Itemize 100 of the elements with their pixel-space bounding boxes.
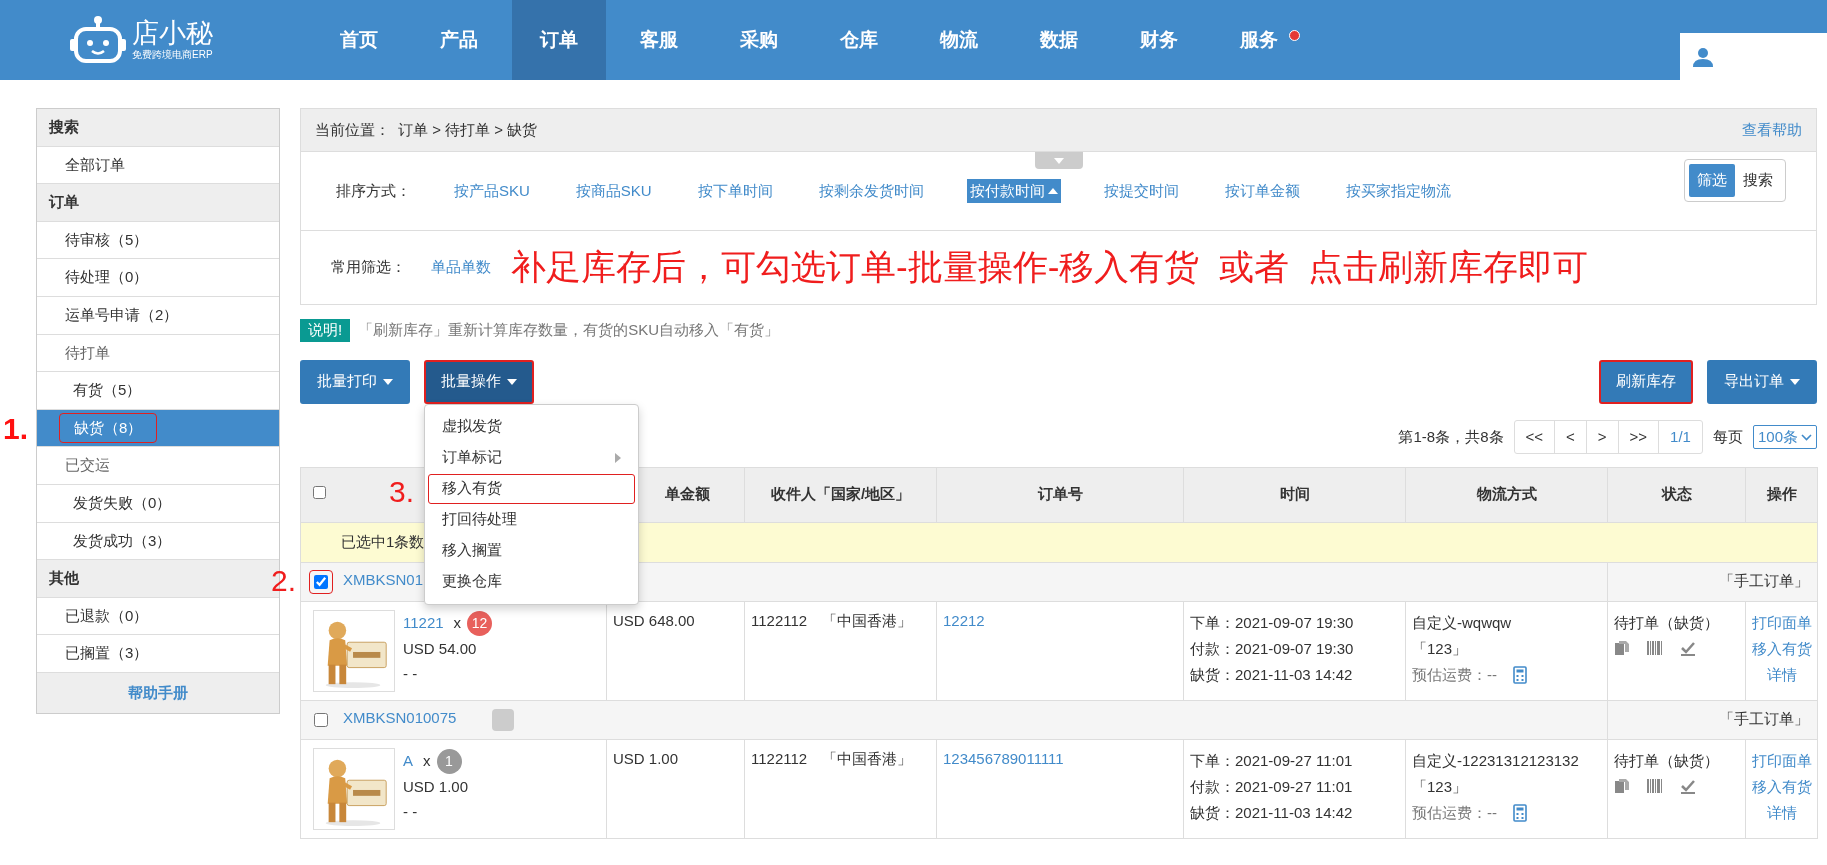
per-page-select[interactable]: 100条 — [1752, 424, 1817, 450]
action-link[interactable]: 移入有货 — [1751, 639, 1812, 657]
nav-tab[interactable]: 客服 — [612, 0, 706, 80]
nav-tab[interactable]: 数据 — [1012, 0, 1106, 80]
quantity-sign: x — [453, 613, 462, 631]
sidebar-item[interactable]: 已退款（0） — [37, 597, 279, 636]
toolbar-button[interactable]: 批量打印 — [300, 359, 410, 404]
item-note: - - — [403, 801, 419, 822]
action-link[interactable]: 详情 — [1766, 803, 1797, 821]
sidebar-item[interactable]: 有货（5） — [37, 372, 279, 410]
sidebar-item[interactable]: 待处理（0） — [37, 259, 279, 297]
table-cell: USD 1.00 — [606, 739, 745, 838]
per-page-label: 每页 — [1712, 426, 1743, 447]
order-number-link[interactable]: 12212 — [943, 611, 985, 629]
sort-option[interactable]: 按商品SKU — [572, 178, 655, 204]
toolbar-button[interactable]: 刷新库存 — [1599, 359, 1693, 404]
sort-option[interactable]: 按剩余发货时间 — [815, 178, 927, 204]
action-link[interactable]: 详情 — [1766, 665, 1797, 683]
caret-icon — [383, 378, 393, 385]
caret-icon — [507, 378, 517, 385]
order-id-link[interactable]: XMBKSN010075 — [343, 709, 457, 727]
sidebar-item[interactable]: 发货失败（0） — [37, 484, 279, 523]
sort-option[interactable]: 按订单金额 — [1221, 178, 1303, 204]
table-cell: 1122112 「中国香港」 — [744, 739, 937, 838]
column-header: 操作 — [1745, 467, 1818, 522]
pager-button[interactable]: < — [1555, 420, 1587, 454]
checkbox[interactable] — [309, 569, 333, 594]
order-time: 下单：2021-09-27 11:01 — [1190, 750, 1354, 771]
nav-tab[interactable]: 仓库 — [812, 0, 906, 80]
order-time: 下单：2021-09-07 19:30 — [1190, 612, 1355, 633]
menu-item[interactable]: 更换仓库 — [428, 566, 635, 597]
help-link[interactable]: 查看帮助 — [1742, 118, 1802, 142]
table-cell: 1122112 「中国香港」 — [744, 601, 937, 700]
page-number: 1/1 — [1669, 426, 1692, 447]
order-time: 付款：2021-09-07 19:30 — [1190, 638, 1355, 659]
logistics-code: 「123」 — [1412, 638, 1469, 659]
sidebar-item[interactable]: 运单号申请（2） — [37, 296, 279, 335]
sku-link[interactable]: 11221 — [403, 613, 444, 631]
quantity-badge: 1 — [436, 748, 462, 774]
calculator-icon — [1513, 665, 1527, 684]
item-price: USD 54.00 — [403, 638, 478, 659]
order-time: 缺货：2021-11-03 14:42 — [1190, 664, 1354, 685]
menu-item[interactable]: 移入有货 — [428, 473, 635, 504]
sort-option[interactable]: 按提交时间 — [1100, 178, 1182, 204]
checkbox[interactable] — [313, 486, 326, 500]
filter-option[interactable]: 单品单数 — [431, 256, 491, 279]
notification-dot — [1289, 30, 1300, 41]
sort-option[interactable]: 按付款时间 — [966, 178, 1061, 204]
nav-tab[interactable]: 产品 — [412, 0, 506, 80]
column-header: 物流方式 — [1405, 467, 1608, 522]
nav-tab[interactable]: 订单 — [512, 0, 606, 80]
nav-tab[interactable]: 采购 — [712, 0, 806, 80]
sku-link[interactable]: A — [403, 751, 413, 769]
pager-button[interactable]: << — [1514, 420, 1556, 454]
toggle-option[interactable]: 筛选 — [1689, 164, 1735, 197]
action-link[interactable]: 移入有货 — [1751, 777, 1812, 795]
sidebar-heading: 搜索 — [37, 109, 279, 147]
help-link[interactable]: 帮助手册 — [37, 672, 279, 713]
copy-icon — [1614, 777, 1630, 794]
sidebar-item[interactable]: 待审核（5） — [37, 221, 279, 260]
nav-tab[interactable]: 物流 — [912, 0, 1006, 80]
barcode-icon — [1646, 777, 1664, 794]
action-link[interactable]: 打印面单 — [1751, 613, 1812, 631]
nav-tab[interactable]: 财务 — [1112, 0, 1206, 80]
quantity-sign: x — [423, 751, 431, 769]
sort-option[interactable]: 按产品SKU — [451, 178, 533, 204]
nav-tab[interactable]: 首页 — [312, 0, 406, 80]
sidebar-item[interactable]: 缺货（8） — [37, 409, 279, 448]
order-id-link[interactable]: XMBKSN01 — [343, 571, 424, 589]
toolbar-button[interactable]: 批量操作 — [424, 359, 534, 404]
breadcrumb-path: 订单 > 待打单 > 缺货 — [398, 119, 538, 140]
pager-button[interactable]: >> — [1618, 420, 1660, 454]
action-link[interactable]: 打印面单 — [1751, 751, 1812, 769]
toggle-option[interactable]: 搜索 — [1735, 164, 1781, 197]
column-header: 状态 — [1607, 467, 1746, 522]
user-panel[interactable] — [1680, 33, 1827, 80]
sidebar-item[interactable]: 待打单 — [37, 334, 279, 373]
submenu-arrow-icon — [615, 452, 621, 463]
caret-icon — [1053, 157, 1064, 164]
view-toggle[interactable]: 筛选 搜索 — [1684, 159, 1786, 202]
menu-item[interactable]: 虚拟发货 — [428, 411, 635, 442]
caret-icon — [1790, 378, 1800, 385]
order-source: 「手工订单」 — [1719, 572, 1809, 590]
page-summary: 第1-8条，共8条 — [1398, 426, 1504, 447]
freight-estimate: 预估运费：-- — [1412, 664, 1497, 685]
sort-option[interactable]: 按买家指定物流 — [1342, 178, 1454, 204]
order-number-link[interactable]: 123456789011111 — [943, 749, 1064, 767]
order-source: 「手工订单」 — [1719, 710, 1809, 728]
item-note: - - — [403, 663, 419, 684]
sort-label: 排序方式： — [336, 180, 411, 201]
logo-tagline: 免费跨境电商ERP — [132, 50, 213, 60]
sort-option[interactable]: 按下单时间 — [694, 178, 776, 204]
column-header: 订单号 — [936, 467, 1184, 522]
order-status: 待打单（缺货） — [1614, 612, 1720, 633]
pager-button[interactable]: > — [1586, 420, 1619, 454]
toolbar-button[interactable]: 导出订单 — [1707, 359, 1817, 404]
nav-tab[interactable]: 服务 — [1212, 0, 1306, 80]
location-label: 当前位置： — [315, 119, 390, 140]
sidebar-item[interactable]: 已搁置（3） — [37, 635, 279, 673]
sidebar-item[interactable]: 已交运 — [37, 447, 279, 485]
